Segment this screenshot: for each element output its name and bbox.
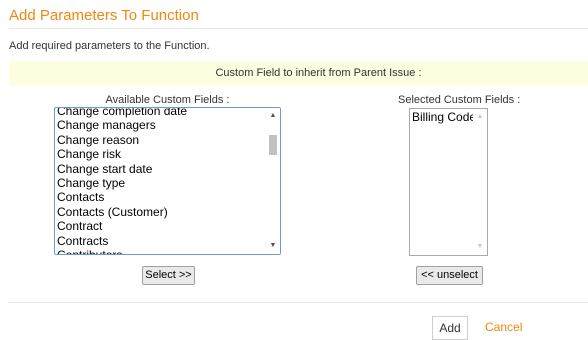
available-fields-scrollbar[interactable]: ▲ ▼ [266, 108, 280, 254]
available-fields-items: Change completion date Change managers Cha… [55, 108, 266, 254]
scroll-down-arrow-icon[interactable]: ▼ [473, 241, 487, 253]
available-field-option[interactable]: Change reason [55, 133, 266, 147]
available-field-option[interactable]: Change type [55, 176, 266, 190]
available-fields-listbox[interactable]: Change completion date Change managers Cha… [54, 107, 281, 255]
available-field-option[interactable]: Contributors [55, 248, 266, 254]
selected-fields-listbox[interactable]: Billing Code ▲ ▼ [409, 108, 488, 256]
cancel-link[interactable]: Cancel [485, 320, 522, 334]
scroll-up-arrow-icon[interactable]: ▲ [266, 110, 280, 122]
inherit-label: Custom Field to inherit from Parent Issu… [215, 67, 422, 79]
dialog-description: Add required parameters to the Function. [9, 40, 210, 52]
selected-fields-scrollbar[interactable]: ▲ ▼ [473, 109, 487, 255]
available-field-option[interactable]: Change completion date [55, 108, 266, 118]
available-field-option[interactable]: Change managers [55, 118, 266, 132]
select-button[interactable]: Select >> [142, 266, 195, 285]
dialog-title: Add Parameters To Function [9, 7, 199, 24]
inherit-banner: Custom Field to inherit from Parent Issu… [9, 61, 588, 85]
available-field-option[interactable]: Contracts [55, 234, 266, 248]
scroll-up-arrow-icon[interactable]: ▲ [473, 111, 487, 123]
available-field-option[interactable]: Contacts [55, 190, 266, 204]
footer-divider [9, 302, 588, 303]
available-field-option[interactable]: Contract [55, 219, 266, 233]
scrollbar-thumb[interactable] [269, 135, 277, 155]
selected-fields-header: Selected Custom Fields : [398, 94, 521, 106]
add-button[interactable]: Add [432, 316, 468, 340]
selected-field-option[interactable]: Billing Code [410, 110, 473, 124]
available-fields-header: Available Custom Fields : [105, 94, 230, 106]
selected-fields-items: Billing Code [410, 110, 473, 255]
scroll-down-arrow-icon[interactable]: ▼ [266, 240, 280, 252]
available-field-option[interactable]: Change start date [55, 162, 266, 176]
title-divider [9, 28, 588, 29]
available-field-option[interactable]: Contacts (Customer) [55, 205, 266, 219]
available-field-option[interactable]: Change risk [55, 147, 266, 161]
unselect-button[interactable]: << unselect [416, 266, 483, 285]
